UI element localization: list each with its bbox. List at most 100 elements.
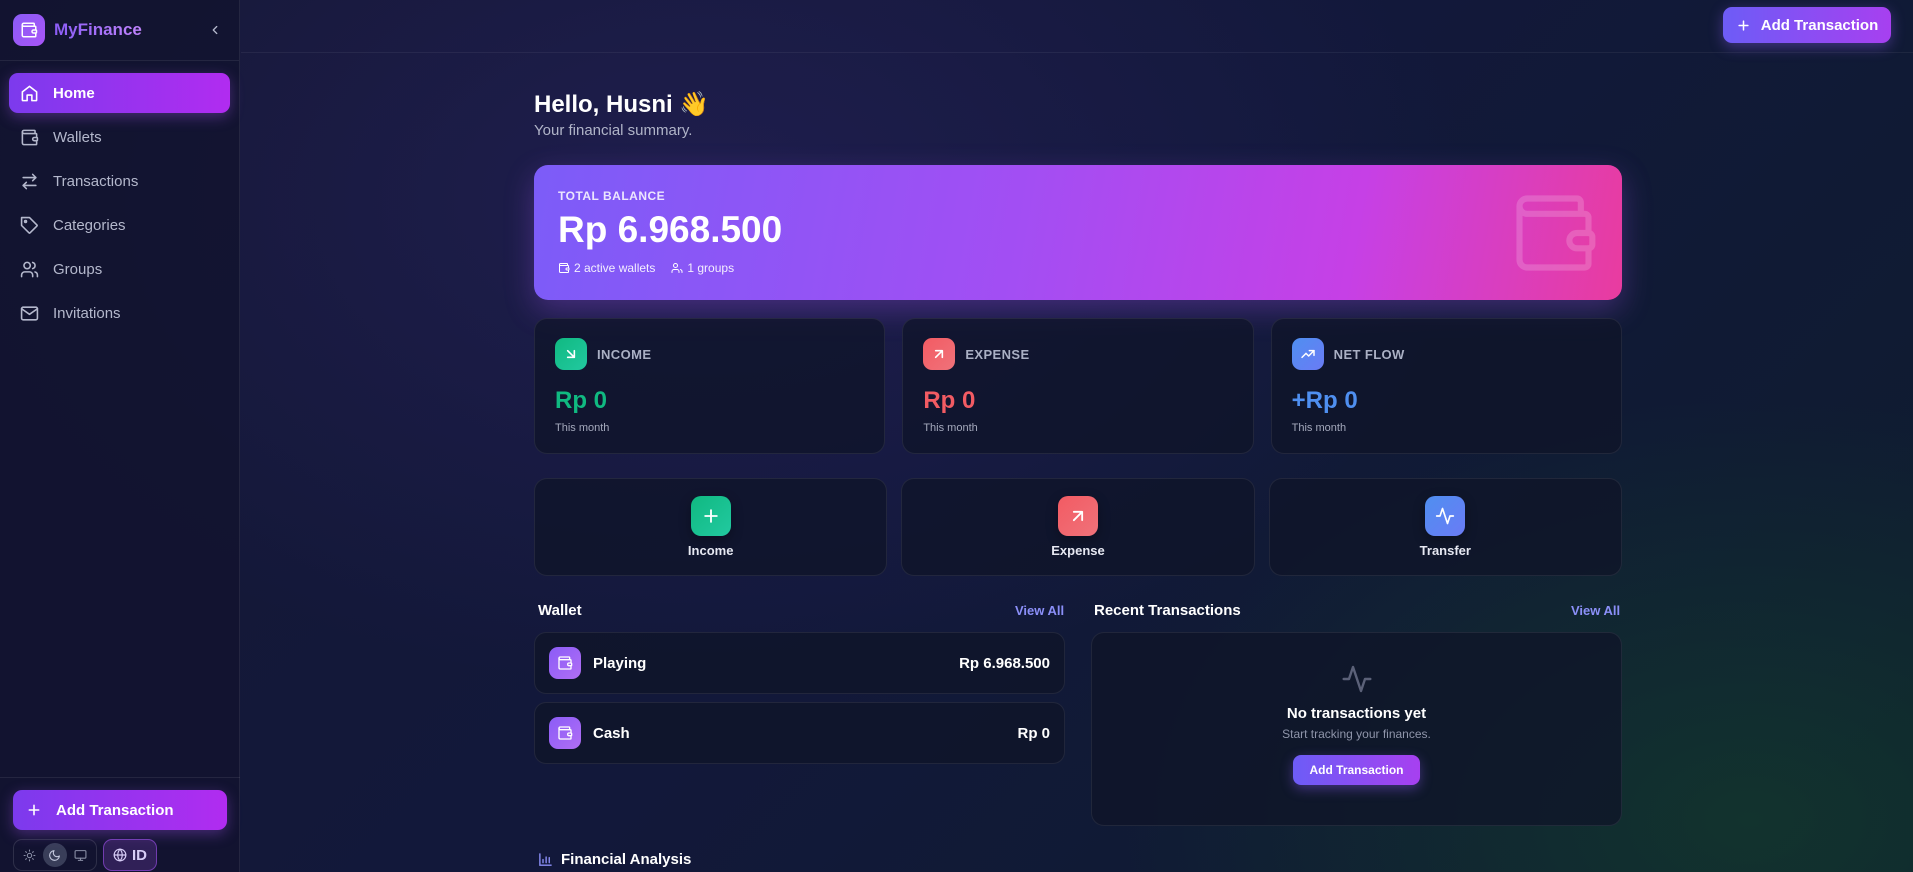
bar-chart-icon bbox=[539, 853, 552, 866]
theme-light-button[interactable] bbox=[18, 843, 42, 867]
top-bar: Add Transaction bbox=[241, 0, 1913, 53]
income-value: Rp 0 bbox=[555, 387, 608, 414]
empty-state-title: No transactions yet bbox=[1286, 705, 1427, 722]
quick-actions-row: Income Expense Transfer bbox=[534, 478, 1622, 576]
groups-count: 1 groups bbox=[671, 261, 734, 275]
recent-transactions-title: Recent Transactions bbox=[1094, 602, 1241, 619]
sidebar-item-categories[interactable]: Categories bbox=[9, 205, 230, 245]
sidebar-footer: Add Transaction ID bbox=[0, 777, 240, 872]
financial-analysis-label: Financial Analysis bbox=[561, 851, 692, 868]
trending-up-icon bbox=[1291, 338, 1324, 370]
mail-icon bbox=[20, 305, 39, 321]
wallet-decoration-icon bbox=[1516, 195, 1596, 271]
collapse-sidebar-button[interactable] bbox=[204, 19, 226, 41]
netflow-label: NET FLOW bbox=[1333, 346, 1405, 362]
expense-stat-card: EXPENSE Rp 0 This month bbox=[902, 318, 1254, 454]
plus-icon bbox=[1738, 19, 1749, 31]
wallet-amount: Rp 6.968.500 bbox=[959, 654, 1050, 672]
sidebar-item-label: Categories bbox=[53, 216, 126, 234]
plus-icon bbox=[28, 804, 40, 816]
netflow-stat-card: NET FLOW +Rp 0 This month bbox=[1270, 318, 1622, 454]
stats-row: INCOME Rp 0 This month EXPENSE Rp 0 This… bbox=[534, 318, 1622, 454]
wallet-icon bbox=[549, 717, 581, 749]
users-small-icon bbox=[671, 263, 683, 273]
active-wallets-text: 2 active wallets bbox=[574, 261, 656, 275]
sidebar-item-label: Groups bbox=[53, 260, 103, 278]
top-add-transaction-button[interactable]: Add Transaction bbox=[1723, 7, 1891, 43]
balance-meta: 2 active wallets 1 groups bbox=[558, 261, 1598, 275]
theme-system-button[interactable] bbox=[68, 843, 92, 867]
wallet-item-playing[interactable]: Playing Rp 6.968.500 bbox=[534, 632, 1065, 694]
sidebar-item-transactions[interactable]: Transactions bbox=[9, 161, 230, 201]
sidebar-item-groups[interactable]: Groups bbox=[9, 249, 230, 289]
netflow-value: +Rp 0 bbox=[1291, 387, 1358, 414]
wallet-name: Cash bbox=[593, 724, 630, 742]
arrow-down-right-icon bbox=[555, 338, 587, 370]
activity-empty-icon bbox=[1341, 665, 1372, 693]
brand-logo[interactable] bbox=[13, 14, 45, 46]
sidebar-nav: Home Wallets Transactions Categories Gro… bbox=[0, 61, 239, 349]
financial-analysis-title: Financial Analysis bbox=[538, 851, 691, 868]
quick-income-label: Income bbox=[687, 543, 734, 558]
theme-switcher bbox=[13, 839, 97, 871]
empty-state-subtitle: Start tracking your finances. bbox=[1282, 727, 1431, 741]
theme-dark-button[interactable] bbox=[42, 843, 67, 867]
top-add-transaction-label: Add Transaction bbox=[1760, 16, 1879, 34]
active-wallets-count: 2 active wallets bbox=[558, 261, 655, 275]
income-stat-card: INCOME Rp 0 This month bbox=[534, 318, 886, 454]
total-balance-card: TOTAL BALANCE Rp 6.968.500 2 active wall… bbox=[534, 165, 1622, 300]
page-subtitle: Your financial summary. bbox=[534, 122, 693, 139]
sidebar: MyFinance Home Wallets Transactions Cate… bbox=[0, 0, 240, 872]
sidebar-add-transaction-button[interactable]: Add Transaction bbox=[13, 790, 227, 830]
tag-icon bbox=[20, 216, 38, 234]
sidebar-add-transaction-label: Add Transaction bbox=[56, 801, 174, 819]
wallet-item-cash[interactable]: Cash Rp 0 bbox=[534, 702, 1065, 764]
balance-amount: Rp 6.968.500 bbox=[558, 209, 783, 250]
sidebar-item-label: Invitations bbox=[53, 304, 121, 322]
brand-header: MyFinance bbox=[0, 0, 239, 61]
netflow-period: This month bbox=[1291, 422, 1347, 434]
home-icon bbox=[21, 85, 38, 101]
sun-icon bbox=[23, 849, 36, 861]
chevron-left-icon bbox=[212, 25, 218, 35]
wallet-amount: Rp 0 bbox=[1017, 724, 1050, 742]
activity-icon bbox=[1425, 496, 1466, 536]
recent-transactions-panel: No transactions yet Start tracking your … bbox=[1091, 632, 1622, 826]
expense-label: EXPENSE bbox=[965, 346, 1030, 362]
sidebar-item-home[interactable]: Home bbox=[9, 73, 230, 113]
groups-text: 1 groups bbox=[687, 261, 735, 275]
quick-transfer-label: Transfer bbox=[1419, 543, 1471, 558]
brand-name: MyFinance bbox=[54, 20, 142, 39]
sidebar-item-label: Wallets bbox=[53, 128, 102, 146]
wallet-icon bbox=[21, 129, 39, 145]
wallet-view-all-link[interactable]: View All bbox=[1015, 603, 1064, 618]
quick-expense-label: Expense bbox=[1051, 543, 1105, 558]
empty-add-transaction-button[interactable]: Add Transaction bbox=[1293, 755, 1420, 785]
wallet-name: Playing bbox=[593, 654, 647, 672]
income-period: This month bbox=[555, 422, 610, 434]
plus-icon bbox=[690, 496, 731, 536]
expense-value: Rp 0 bbox=[923, 387, 976, 414]
wallet-small-icon bbox=[559, 263, 570, 273]
moon-icon bbox=[49, 849, 61, 861]
quick-expense-button[interactable]: Expense bbox=[901, 478, 1255, 576]
monitor-icon bbox=[74, 849, 87, 861]
globe-icon bbox=[113, 848, 127, 862]
page-title: Hello, Husni 👋 bbox=[534, 91, 710, 118]
sidebar-item-label: Home bbox=[53, 84, 95, 102]
arrow-up-right-icon bbox=[1057, 496, 1098, 536]
wallet-section-title: Wallet bbox=[538, 602, 582, 619]
users-icon bbox=[20, 261, 39, 277]
transactions-view-all-link[interactable]: View All bbox=[1571, 603, 1620, 618]
language-label: ID bbox=[132, 846, 147, 864]
language-switch-button[interactable]: ID bbox=[103, 839, 157, 871]
expense-period: This month bbox=[923, 422, 978, 434]
sidebar-settings-row: ID bbox=[13, 839, 227, 871]
sidebar-item-wallets[interactable]: Wallets bbox=[9, 117, 230, 157]
sidebar-item-invitations[interactable]: Invitations bbox=[9, 293, 230, 333]
quick-income-button[interactable]: Income bbox=[534, 478, 888, 576]
arrow-up-right-icon bbox=[923, 338, 956, 370]
wallet-icon bbox=[549, 647, 581, 679]
income-label: INCOME bbox=[597, 346, 652, 362]
quick-transfer-button[interactable]: Transfer bbox=[1268, 478, 1622, 576]
